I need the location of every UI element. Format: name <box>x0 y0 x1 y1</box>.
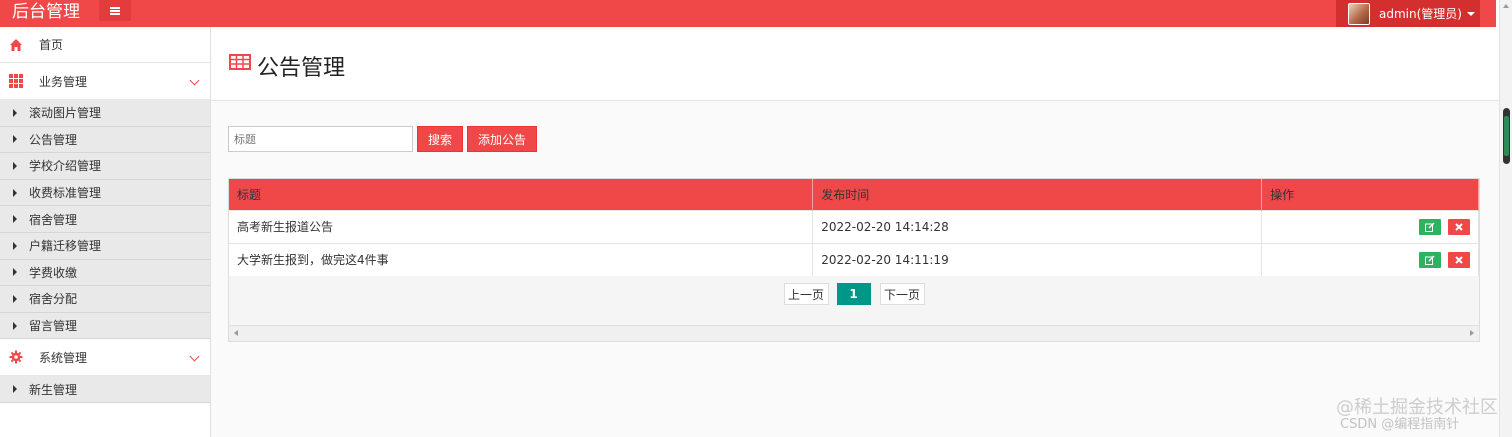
menu-toggle-button[interactable] <box>99 0 131 21</box>
edit-icon <box>1425 221 1435 232</box>
sidebar-item-notice[interactable]: 公告管理 <box>0 127 210 154</box>
scroll-up-icon[interactable] <box>1503 4 1509 8</box>
sidebar-submenu-system: 新生管理 <box>0 376 210 403</box>
notice-table: 标题 发布时间 操作 高考新生报道公告 2022-02-20 14:14:28 <box>229 179 1479 276</box>
sidebar-item-dorm[interactable]: 宿舍管理 <box>0 206 210 233</box>
add-notice-button[interactable]: 添加公告 <box>467 126 537 152</box>
hamburger-icon <box>110 6 120 15</box>
page-title: 公告管理 <box>257 56 346 81</box>
watermark-csdn: CSDN @编程指南针 <box>1340 417 1460 432</box>
sidebar-item-label: 公告管理 <box>29 132 78 147</box>
sidebar-item-freshman[interactable]: 新生管理 <box>0 376 210 403</box>
caret-right-icon <box>13 294 17 303</box>
sidebar-item-label: 留言管理 <box>29 319 78 334</box>
prev-page-button[interactable]: 上一页 <box>783 283 829 305</box>
page-header: 公告管理 <box>211 27 1499 101</box>
notice-table-container: 标题 发布时间 操作 高考新生报道公告 2022-02-20 14:14:28 <box>228 178 1480 342</box>
sidebar-item-label: 首页 <box>39 38 64 52</box>
next-page-button[interactable]: 下一页 <box>879 283 925 305</box>
sidebar: 首页 业务管理 滚动图片管理 公告管理 学校介绍管理 收费标准管理 宿舍管理 户… <box>0 27 211 437</box>
caret-right-icon <box>13 188 17 197</box>
sidebar-item-label: 新生管理 <box>29 382 78 397</box>
scroll-right-icon[interactable] <box>1470 330 1474 336</box>
edit-icon <box>1425 255 1435 265</box>
caret-right-icon <box>13 215 17 224</box>
sidebar-item-dorm-assign[interactable]: 宿舍分配 <box>0 286 210 313</box>
sidebar-item-label: 宿舍管理 <box>29 212 78 227</box>
close-icon <box>1455 256 1463 264</box>
table-row: 大学新生报到，做完这4件事 2022-02-20 14:11:19 <box>229 242 1479 276</box>
column-header-actions: 操作 <box>1261 179 1479 210</box>
sidebar-item-fee-standard[interactable]: 收费标准管理 <box>0 180 210 207</box>
vertical-scrollbar[interactable] <box>1499 0 1512 437</box>
caret-right-icon <box>13 108 17 117</box>
home-icon <box>10 38 22 51</box>
cell-time: 2022-02-20 14:14:28 <box>812 209 1263 243</box>
sidebar-submenu-business: 滚动图片管理 公告管理 学校介绍管理 收费标准管理 宿舍管理 户籍迁移管理 学费… <box>0 100 210 340</box>
cell-actions <box>1261 209 1479 243</box>
sidebar-item-label: 学校介绍管理 <box>29 159 102 174</box>
gear-icon <box>9 350 23 364</box>
table-header-row: 标题 发布时间 操作 <box>229 179 1479 210</box>
caret-right-icon <box>13 321 17 330</box>
column-header-title[interactable]: 标题 <box>229 179 814 210</box>
caret-down-icon <box>1466 11 1475 16</box>
sidebar-item-tuition[interactable]: 学费收缴 <box>0 260 210 287</box>
cell-time: 2022-02-20 14:11:19 <box>812 242 1263 276</box>
caret-right-icon <box>13 268 17 277</box>
sidebar-group-label: 业务管理 <box>39 74 88 89</box>
column-header-time[interactable]: 发布时间 <box>812 179 1263 210</box>
avatar <box>1348 2 1370 25</box>
user-name: admin(管理员) <box>1379 7 1462 21</box>
caret-right-icon <box>13 385 17 394</box>
chevron-down-icon <box>189 351 200 362</box>
sidebar-group-business[interactable]: 业务管理 <box>0 63 210 100</box>
pagination: 上一页 1 下一页 <box>229 283 1479 309</box>
scroll-left-icon[interactable] <box>234 330 238 336</box>
brand-title: 后台管理 <box>12 2 80 22</box>
caret-right-icon <box>13 135 17 144</box>
current-page-button[interactable]: 1 <box>836 283 871 305</box>
cell-title: 大学新生报到，做完这4件事 <box>229 242 814 276</box>
sidebar-item-banner[interactable]: 滚动图片管理 <box>0 100 210 127</box>
table-row: 高考新生报道公告 2022-02-20 14:14:28 <box>229 209 1479 243</box>
user-menu[interactable]: admin(管理员) <box>1336 0 1480 27</box>
sidebar-item-school-intro[interactable]: 学校介绍管理 <box>0 153 210 180</box>
sidebar-item-label: 滚动图片管理 <box>29 106 102 121</box>
sidebar-group-system[interactable]: 系统管理 <box>0 339 210 377</box>
edit-button[interactable] <box>1419 251 1442 268</box>
caret-right-icon <box>13 161 17 170</box>
horizontal-scrollbar[interactable] <box>229 325 1479 341</box>
close-icon <box>1455 222 1463 231</box>
chevron-down-icon <box>189 75 200 86</box>
scrollbar-thumb[interactable] <box>1503 108 1510 164</box>
search-button[interactable]: 搜索 <box>417 126 463 152</box>
sidebar-group-label: 系统管理 <box>39 350 88 365</box>
sidebar-item-household-transfer[interactable]: 户籍迁移管理 <box>0 233 210 260</box>
top-navbar: 后台管理 admin(管理员) <box>0 0 1496 27</box>
edit-button[interactable] <box>1419 218 1442 235</box>
table-icon <box>229 54 251 70</box>
caret-right-icon <box>13 241 17 250</box>
sidebar-item-home[interactable]: 首页 <box>0 27 210 63</box>
sidebar-item-label: 收费标准管理 <box>29 186 102 201</box>
cell-actions <box>1261 242 1479 276</box>
sidebar-item-label: 户籍迁移管理 <box>29 239 102 254</box>
main-content: 公告管理 搜索 添加公告 标题 发布时间 操作 高考新生报道公告 2022-02… <box>211 27 1499 437</box>
sidebar-item-message[interactable]: 留言管理 <box>0 313 210 340</box>
sidebar-item-label: 宿舍分配 <box>29 292 78 307</box>
delete-button[interactable] <box>1448 218 1470 235</box>
cell-title: 高考新生报道公告 <box>229 209 814 243</box>
grid-icon <box>9 74 23 88</box>
search-input[interactable] <box>228 126 413 152</box>
sidebar-item-label: 学费收缴 <box>29 265 78 280</box>
delete-button[interactable] <box>1448 251 1470 268</box>
